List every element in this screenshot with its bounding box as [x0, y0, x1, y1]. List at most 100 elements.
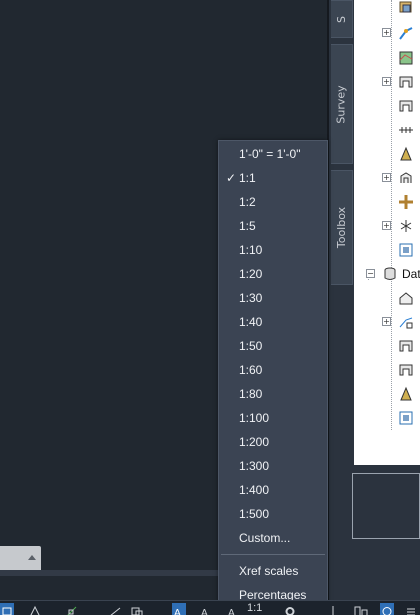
- lineweight-icon[interactable]: [108, 603, 122, 615]
- view-icon: [398, 242, 414, 258]
- scale-menu-item-label: 1:2: [239, 195, 256, 209]
- tree-node[interactable]: [380, 121, 420, 139]
- tree-node-label: Dat: [402, 267, 420, 281]
- scale-menu-item-label: 1'-0" = 1'-0": [239, 147, 301, 161]
- scale-menu-item[interactable]: 1:100: [219, 406, 327, 430]
- tree-node[interactable]: [380, 0, 420, 16]
- scale-menu-item-label: 1:30: [239, 291, 263, 305]
- scale-menu-item-label: 1:5: [239, 219, 256, 233]
- tree-node[interactable]: [380, 289, 420, 307]
- database-icon: [382, 266, 398, 282]
- corridor-shortcut-icon: [398, 386, 414, 402]
- scale-menu-item[interactable]: Custom...: [219, 526, 327, 550]
- point-group-icon: [398, 0, 414, 15]
- expand-icon[interactable]: +: [382, 317, 391, 326]
- annotation-scale-icon[interactable]: A: [226, 603, 240, 615]
- isolate-objects-icon[interactable]: [380, 603, 394, 615]
- corridor-icon: [398, 146, 414, 162]
- tree-node[interactable]: [380, 361, 420, 379]
- scale-menu-item-label: 1:300: [239, 459, 270, 473]
- scale-menu-item-label: 1:500: [239, 507, 270, 521]
- scale-menu-item-label: 1:60: [239, 363, 263, 377]
- grid-toggle-icon[interactable]: [0, 603, 14, 615]
- scale-menu-item[interactable]: ✓ 1:1: [219, 166, 327, 190]
- tab-toolbox[interactable]: Toolbox: [331, 170, 353, 285]
- caret-up-icon: [28, 555, 36, 560]
- scale-menu-item-label: 1:10: [239, 243, 263, 257]
- data-shortcut-icon: [398, 290, 414, 306]
- tree-node[interactable]: [380, 49, 420, 67]
- tree-node[interactable]: +: [380, 217, 420, 235]
- scale-menu-item-label: 1:100: [239, 411, 270, 425]
- menu-separator: [221, 554, 325, 555]
- annotation-monitor-icon[interactable]: [326, 603, 340, 615]
- scale-menu-item[interactable]: 1:300: [219, 454, 327, 478]
- scale-menu-item[interactable]: 1:500: [219, 502, 327, 526]
- scale-menu-item[interactable]: 1:40: [219, 310, 327, 334]
- alignment-icon: [398, 25, 414, 41]
- object-snap-icon[interactable]: [64, 603, 78, 615]
- tree-node[interactable]: [380, 337, 420, 355]
- expand-icon[interactable]: +: [382, 77, 391, 86]
- units-icon[interactable]: [354, 603, 368, 615]
- pipe-network-icon: [398, 218, 414, 234]
- scale-menu-item[interactable]: 1:80: [219, 382, 327, 406]
- profile-icon: [398, 74, 414, 90]
- scale-menu-item[interactable]: 1:400: [219, 478, 327, 502]
- expand-icon[interactable]: +: [382, 28, 391, 37]
- tree-node[interactable]: [380, 409, 420, 427]
- annotation-scale-value[interactable]: 1:1: [247, 602, 262, 614]
- status-bar: A A A 1:1: [0, 600, 420, 615]
- scale-menu-item[interactable]: 1:20: [219, 262, 327, 286]
- scale-menu-item-label: 1:400: [239, 483, 270, 497]
- xref-scales-menu-item[interactable]: Xref scales: [219, 559, 327, 583]
- workspace-gear-icon[interactable]: [283, 603, 297, 615]
- scale-menu-item[interactable]: 1:60: [219, 358, 327, 382]
- tab-survey[interactable]: Survey: [331, 44, 353, 164]
- view-frame-icon: [398, 98, 414, 114]
- tree-node[interactable]: +: [380, 169, 420, 187]
- tab-top-partial[interactable]: S: [331, 0, 353, 38]
- scale-menu-item-label: 1:20: [239, 267, 263, 281]
- tree-node[interactable]: +: [380, 73, 420, 91]
- scale-menu-item[interactable]: 1:2: [219, 190, 327, 214]
- scale-menu-item-label: Xref scales: [239, 564, 299, 578]
- scale-menu-item[interactable]: 1:200: [219, 430, 327, 454]
- tree-node[interactable]: [380, 241, 420, 259]
- tree-node[interactable]: +: [380, 24, 420, 42]
- svg-text:A: A: [228, 608, 235, 615]
- tree-node[interactable]: [380, 97, 420, 115]
- scale-menu-item[interactable]: 1:10: [219, 238, 327, 262]
- auto-scale-icon[interactable]: A: [200, 603, 214, 615]
- collapse-icon[interactable]: −: [366, 269, 375, 278]
- checkmark-icon: ✓: [226, 171, 237, 185]
- polar-tracking-icon[interactable]: [28, 603, 42, 615]
- tree-node[interactable]: [380, 145, 420, 163]
- tree-node[interactable]: +: [380, 313, 420, 331]
- tree-node[interactable]: [380, 385, 420, 403]
- scale-menu-item-label: Custom...: [239, 531, 291, 545]
- expand-icon[interactable]: +: [382, 173, 391, 182]
- annotation-visibility-icon[interactable]: A: [172, 603, 186, 615]
- expand-icon[interactable]: +: [382, 221, 391, 230]
- scale-menu-item[interactable]: 1:5: [219, 214, 327, 238]
- scale-menu-item-label: 1:50: [239, 339, 263, 353]
- layout-tab-expander[interactable]: [0, 546, 41, 570]
- intersection-icon: [398, 194, 414, 210]
- surface-icon: [398, 50, 414, 66]
- tree-node-data[interactable]: − Dat: [364, 265, 420, 283]
- alignment-shortcut-icon: [398, 314, 414, 330]
- sample-line-icon: [398, 122, 414, 138]
- scale-menu-item-label: 1:1: [239, 171, 256, 185]
- customization-menu-icon[interactable]: [404, 603, 418, 615]
- scale-menu-item[interactable]: 1:30: [219, 286, 327, 310]
- selection-cycling-icon[interactable]: [130, 603, 144, 615]
- view-shortcut-icon: [398, 410, 414, 426]
- surface-shortcut-icon: [398, 338, 414, 354]
- svg-text:A: A: [174, 608, 181, 615]
- tree-node[interactable]: [380, 193, 420, 211]
- scale-menu-item[interactable]: 1'-0" = 1'-0": [219, 142, 327, 166]
- scale-menu-item-label: 1:80: [239, 387, 263, 401]
- scale-menu-item[interactable]: 1:50: [219, 334, 327, 358]
- annotation-scale-menu: 1'-0" = 1'-0" ✓ 1:1 1:2 1:5 1:10 1:20 1:30 1:40 1…: [218, 140, 328, 604]
